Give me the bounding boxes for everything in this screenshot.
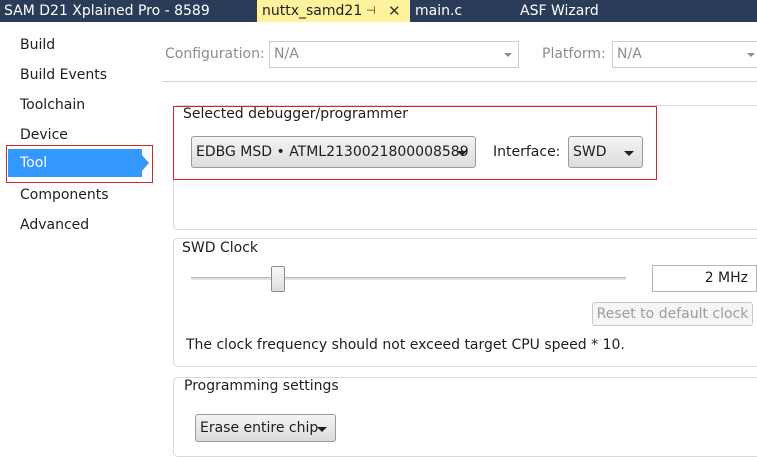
swd-clock-group-title: SWD Clock bbox=[179, 240, 261, 256]
swd-clock-slider-thumb[interactable] bbox=[271, 266, 285, 292]
chevron-down-icon bbox=[504, 53, 512, 57]
erase-mode-select[interactable]: Erase entire chip bbox=[195, 414, 336, 442]
clock-frequency-note: The clock frequency should not exceed ta… bbox=[186, 337, 625, 353]
document-tab-bar: SAM D21 Xplained Pro - 8589 nuttx_samd21… bbox=[0, 0, 757, 22]
platform-label: Platform: bbox=[542, 46, 606, 62]
reset-default-clock-button[interactable]: Reset to default clock bbox=[592, 302, 753, 326]
tab-nuttx-samd21[interactable]: nuttx_samd21 ⊣ ✕ bbox=[257, 0, 410, 22]
nav-item-build[interactable]: Build bbox=[20, 30, 55, 60]
debugger-highlight-box bbox=[173, 106, 657, 180]
pin-icon[interactable]: ⊣ bbox=[366, 0, 376, 22]
tab-label: nuttx_samd21 bbox=[262, 3, 363, 19]
tab-main-c[interactable]: main.c bbox=[410, 0, 510, 22]
nav-item-build-events[interactable]: Build Events bbox=[20, 60, 107, 90]
tool-highlight-box bbox=[6, 145, 153, 183]
project-properties-nav: Build Build Events Toolchain Device Tool… bbox=[0, 22, 155, 443]
chevron-down-icon bbox=[317, 427, 327, 432]
platform-select[interactable]: N/A bbox=[612, 41, 757, 68]
tab-project[interactable]: SAM D21 Xplained Pro - 8589 bbox=[0, 0, 257, 22]
nav-item-components[interactable]: Components bbox=[20, 180, 109, 210]
header-divider bbox=[162, 81, 757, 82]
tab-asf-wizard[interactable]: ASF Wizard bbox=[510, 0, 654, 22]
nav-item-advanced[interactable]: Advanced bbox=[20, 210, 89, 240]
nav-item-toolchain[interactable]: Toolchain bbox=[20, 90, 85, 120]
close-icon[interactable]: ✕ bbox=[388, 0, 401, 22]
configuration-value: N/A bbox=[274, 46, 299, 62]
tab-bar-filler bbox=[654, 0, 757, 22]
chevron-down-icon bbox=[747, 53, 755, 57]
swd-clock-input[interactable]: 2 MHz bbox=[652, 265, 757, 292]
platform-value: N/A bbox=[617, 46, 642, 62]
swd-clock-slider-track[interactable] bbox=[191, 277, 626, 280]
configuration-label: Configuration: bbox=[165, 46, 265, 62]
tool-settings-panel: Configuration: N/A Platform: N/A Selecte… bbox=[155, 22, 757, 457]
configuration-select[interactable]: N/A bbox=[269, 41, 519, 68]
erase-mode-value: Erase entire chip bbox=[200, 420, 319, 436]
programming-settings-title: Programming settings bbox=[181, 378, 342, 394]
